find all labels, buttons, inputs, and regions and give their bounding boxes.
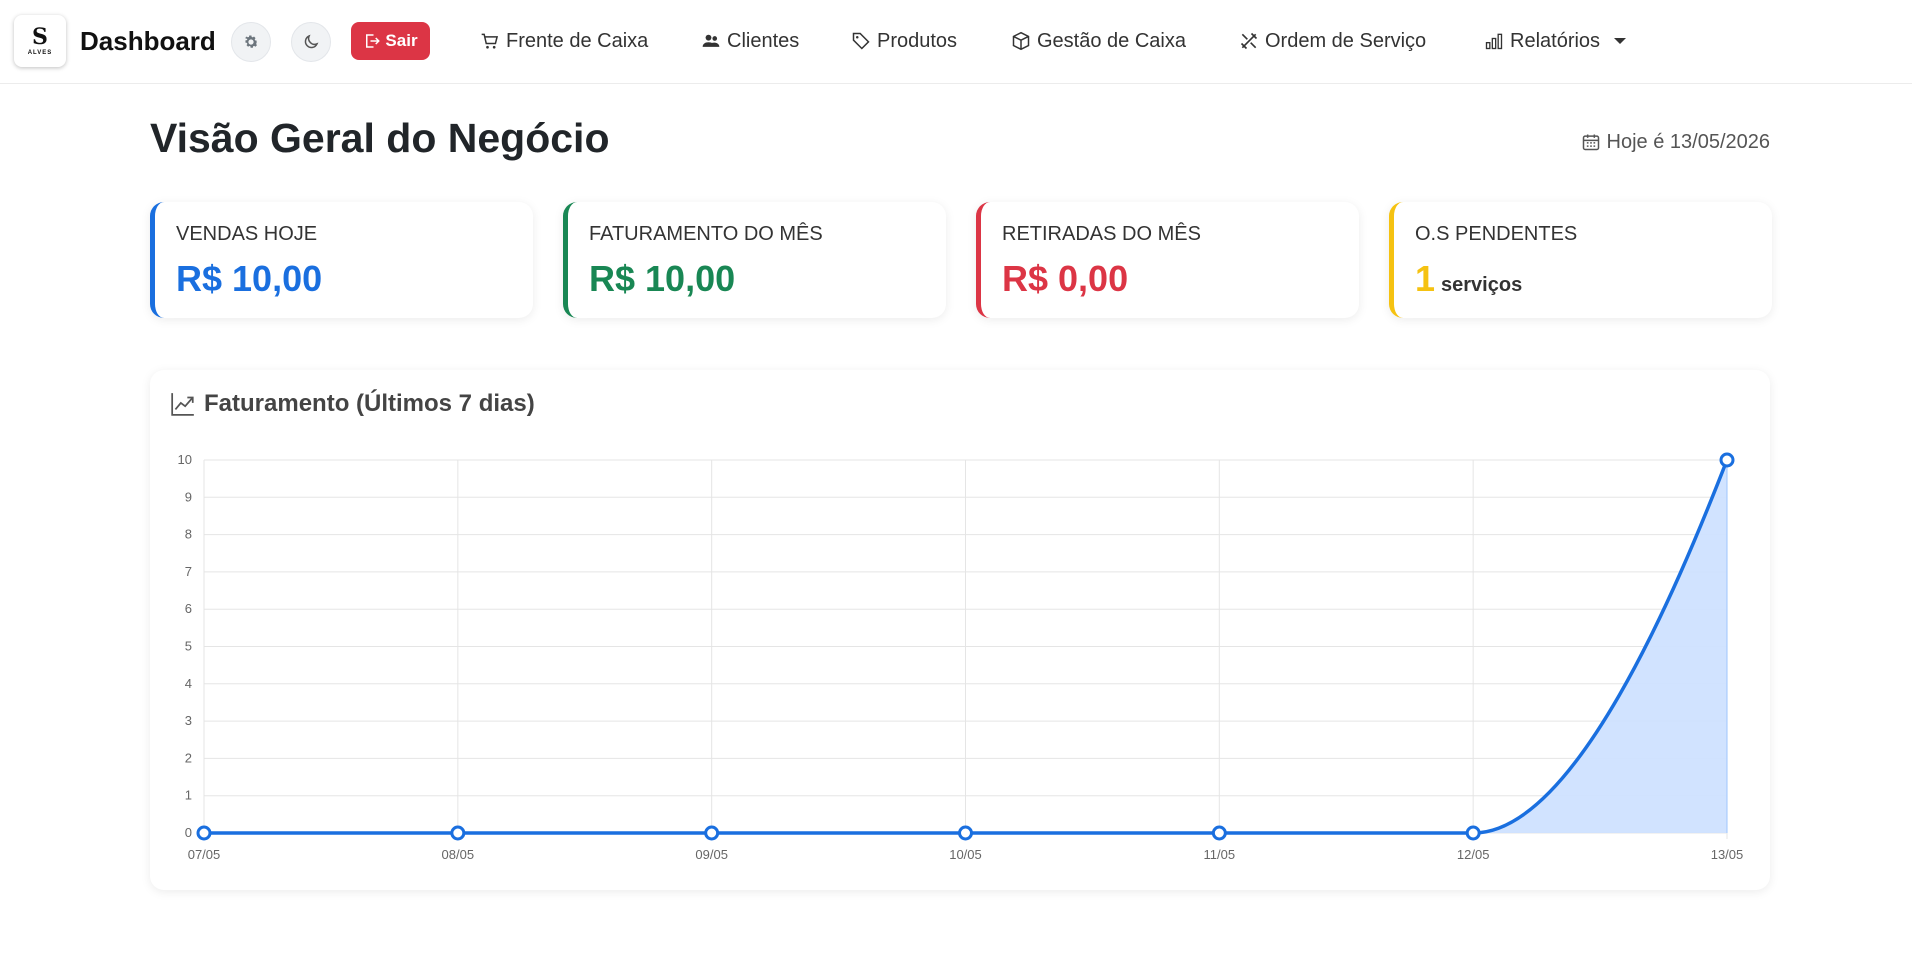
gear-icon [245, 35, 259, 48]
card-label: FATURAMENTO DO MÊS [589, 223, 823, 245]
nav-label: Clientes [727, 29, 800, 52]
y-tick-label: 1 [185, 788, 192, 803]
card-label: VENDAS HOJE [176, 223, 318, 245]
data-point [704, 825, 720, 841]
tools-icon [1240, 32, 1258, 50]
calendar-icon [1582, 134, 1599, 151]
nav-gestao-de-caixa[interactable]: Gestão de Caixa [1011, 26, 1186, 56]
x-tick-label: 13/05 [1711, 847, 1744, 862]
nav-relatorios-dropdown[interactable]: Relatórios [1484, 26, 1627, 56]
tag-icon [852, 32, 870, 50]
bar-chart-icon [1485, 33, 1503, 50]
card-vendas-hoje: VENDAS HOJE R$ 10,00 [150, 202, 533, 318]
nav-clientes[interactable]: Clientes [701, 26, 799, 56]
card-os-pendentes: O.S PENDENTES 1 serviços [1389, 202, 1772, 318]
box-icon [1012, 31, 1030, 51]
x-tick-label: 11/05 [1204, 847, 1236, 862]
y-tick-label: 7 [185, 564, 192, 579]
nav-produtos[interactable]: Produtos [851, 26, 957, 56]
nav-label: Ordem de Serviço [1265, 29, 1427, 52]
data-point [1465, 825, 1481, 841]
theme-toggle-button[interactable] [291, 22, 331, 62]
logout-label: Sair [385, 31, 418, 50]
data-point [196, 825, 212, 841]
y-tick-label: 6 [185, 601, 192, 616]
card-value: R$ 10,00 [176, 258, 323, 299]
chevron-down-icon [1614, 38, 1627, 44]
logout-icon [366, 34, 381, 48]
users-icon [702, 34, 720, 47]
x-tick-label: 07/05 [188, 847, 221, 862]
card-label: O.S PENDENTES [1415, 223, 1578, 245]
card-value-row: 1 serviços [1415, 258, 1772, 306]
card-value: 1 [1415, 258, 1436, 299]
page-title: Visão Geral do Negócio [150, 115, 610, 161]
y-tick-label: 4 [185, 676, 192, 691]
data-point [1211, 825, 1227, 841]
logo-mark: S [32, 24, 48, 50]
data-point [450, 825, 466, 841]
nav-label: Produtos [877, 29, 958, 52]
nav-ordem-de-servico[interactable]: Ordem de Serviço [1239, 26, 1426, 56]
y-tick-label: 0 [185, 825, 192, 840]
x-tick-label: 09/05 [695, 847, 728, 862]
card-unit: serviços [1441, 274, 1523, 296]
nav-frente-de-caixa[interactable]: Frente de Caixa [480, 26, 648, 56]
data-point [958, 825, 973, 841]
top-navbar: S ALVES Dashboard Sair Frente de Caixa C… [0, 0, 1912, 84]
date-text: Hoje é 13/05/2026 [1606, 131, 1770, 153]
x-tick-label: 08/05 [442, 847, 475, 862]
cart-icon [481, 33, 499, 49]
card-faturamento-mes: FATURAMENTO DO MÊS R$ 10,00 [563, 202, 946, 318]
card-value: R$ 10,00 [589, 258, 736, 299]
card-retiradas-mes: RETIRADAS DO MÊS R$ 0,00 [976, 202, 1359, 318]
nav-label: Gestão de Caixa [1037, 29, 1186, 52]
y-tick-label: 2 [185, 750, 192, 765]
x-tick-label: 12/05 [1457, 847, 1490, 862]
logout-button[interactable]: Sair [351, 22, 430, 60]
y-tick-label: 10 [178, 452, 192, 467]
settings-button[interactable] [231, 22, 271, 62]
data-point [1719, 452, 1735, 468]
brand-title[interactable]: Dashboard [80, 26, 216, 56]
y-tick-label: 9 [185, 489, 192, 504]
revenue-chart: 0 1 2 3 4 5 6 7 8 9 10 07/05 08/05 09/05 10/05 11/05 12/… [178, 452, 1744, 862]
brand-logo[interactable]: S ALVES [14, 15, 66, 67]
date-label: Hoje é 13/05/2026 [1581, 130, 1770, 154]
logo-text: ALVES [27, 50, 53, 56]
moon-icon [304, 34, 319, 49]
x-tick-label: 10/05 [949, 847, 982, 862]
chart-card: Faturamento (Últimos 7 dias) 01234567891… [150, 370, 1770, 890]
y-tick-label: 3 [185, 713, 192, 728]
y-tick-label: 8 [185, 527, 192, 542]
nav-label: Relatórios [1510, 29, 1601, 52]
card-value: R$ 0,00 [1002, 258, 1129, 299]
card-label: RETIRADAS DO MÊS [1002, 223, 1201, 245]
y-tick-label: 5 [185, 639, 192, 654]
nav-label: Frente de Caixa [506, 29, 649, 52]
